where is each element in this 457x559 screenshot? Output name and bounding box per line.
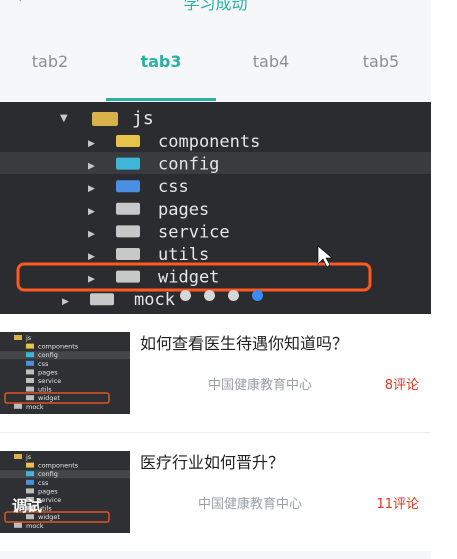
- list-item[interactable]: js components config css pages service utils wi…: [0, 433, 431, 551]
- expand-arrow-icon: ▼: [60, 113, 68, 124]
- folder-icon: [26, 352, 34, 358]
- folder-label: service: [158, 222, 230, 242]
- folder-open-icon: [92, 112, 118, 126]
- collapse-arrow-icon: ▶: [88, 229, 95, 239]
- app-screen: ‹ 学习成动 tab2 tab3 tab4 tab5 ▼ js ▶ compone…: [0, 0, 431, 559]
- tab-tab4[interactable]: tab4: [226, 52, 316, 71]
- folder-label: css: [38, 479, 49, 487]
- right-gutter: [431, 0, 457, 559]
- thumb-image: jscomponentsconfigcsspagesserviceutilswi…: [0, 334, 130, 411]
- tab-tab2[interactable]: tab2: [5, 52, 95, 71]
- folder-icon: [14, 522, 22, 528]
- folder-label: js: [25, 453, 32, 461]
- folder-label: css: [38, 360, 49, 368]
- tab-tab5[interactable]: tab5: [336, 52, 426, 71]
- list-item[interactable]: js components config css pages service utils wi…: [0, 314, 431, 432]
- folder-label: css: [158, 177, 189, 197]
- carousel-dot[interactable]: [228, 290, 239, 301]
- article-title: 医疗行业如何晋升？: [140, 453, 285, 472]
- banner-image: ▼ js ▶ components ▶ config ▶ css ▶ pages ▶ servic…: [0, 108, 431, 310]
- collapse-arrow-icon: ▶: [88, 252, 95, 262]
- selected-row-bg: [0, 351, 130, 360]
- collapse-arrow-icon: ▶: [88, 207, 95, 217]
- collapse-arrow-icon: ▶: [88, 275, 95, 285]
- folder-icon: [116, 157, 140, 170]
- folder-label: js: [25, 334, 32, 342]
- comment-count: 8评论: [384, 378, 419, 393]
- tab-tab3[interactable]: tab3: [116, 52, 206, 71]
- folder-icon: [14, 454, 22, 459]
- folder-label: utils: [158, 245, 209, 265]
- folder-label: components: [38, 343, 79, 351]
- root-folder-label: js: [132, 108, 154, 129]
- folder-icon: [26, 395, 34, 401]
- folder-label: components: [38, 462, 79, 470]
- article-source: 中国健康教育中心: [208, 378, 313, 393]
- article-thumbnail: js components config css pages service utils wi…: [0, 451, 130, 533]
- active-tab-indicator: [106, 98, 216, 101]
- folder-icon: [26, 479, 34, 485]
- folder-icon: [116, 180, 140, 193]
- folder-icon: [26, 369, 34, 375]
- folder-icon: [26, 378, 34, 383]
- selected-row-bg: [0, 470, 130, 479]
- carousel-dot[interactable]: [180, 290, 191, 301]
- tab-bar: tab2 tab3 tab4 tab5: [0, 40, 431, 102]
- folder-label: widget: [38, 394, 60, 402]
- carousel-dot[interactable]: [204, 290, 215, 301]
- folder-label: config: [38, 470, 58, 478]
- folder-label: config: [158, 155, 219, 175]
- thumb-image: jscomponentsconfigcsspagesserviceutilswi…: [0, 453, 130, 530]
- folder-label: mock: [26, 522, 44, 530]
- article-thumbnail: js components config css pages service utils wi…: [0, 332, 130, 414]
- folder-label: pages: [158, 200, 209, 220]
- folder-icon: [116, 202, 140, 215]
- collapse-arrow-icon: ▶: [88, 139, 95, 149]
- folder-icon: [90, 293, 114, 306]
- collapse-arrow-icon: ▶: [62, 297, 69, 307]
- folder-icon: [116, 270, 140, 283]
- collapse-arrow-icon: ▶: [88, 184, 95, 194]
- article-title: 如何查看医生待遇你知道吗？: [140, 334, 349, 353]
- folder-label: pages: [38, 368, 58, 376]
- collapse-arrow-icon: ▶: [88, 162, 95, 172]
- folder-icon: [26, 488, 34, 494]
- folder-label: mock: [26, 403, 44, 411]
- page-title: 学习成动: [183, 0, 248, 13]
- folder-icon: [26, 462, 34, 468]
- folder-label: mock: [134, 290, 175, 310]
- debug-overlay-label: 调试: [12, 497, 43, 515]
- folder-icon: [26, 471, 34, 477]
- header: ‹ 学习成动: [0, 0, 431, 30]
- article-source: 中国健康教育中心: [198, 497, 303, 512]
- folder-icon: [26, 360, 34, 366]
- folder-label: widget: [158, 268, 219, 288]
- folder-icon: [14, 335, 22, 340]
- folder-icon: [116, 248, 140, 260]
- folder-icon: [26, 386, 34, 392]
- carousel-dot-active[interactable]: [252, 290, 263, 301]
- comment-count: 11评论: [376, 497, 419, 512]
- folder-label: config: [38, 351, 58, 359]
- folder-icon: [116, 135, 140, 147]
- banner-carousel[interactable]: ▼ js ▶ components ▶ config ▶ css ▶ pages ▶ servic…: [0, 102, 431, 314]
- folder-label: components: [158, 132, 260, 152]
- folder-icon: [26, 343, 34, 349]
- folder-icon: [14, 403, 22, 409]
- folder-icon: [116, 225, 140, 238]
- folder-label: service: [38, 377, 61, 385]
